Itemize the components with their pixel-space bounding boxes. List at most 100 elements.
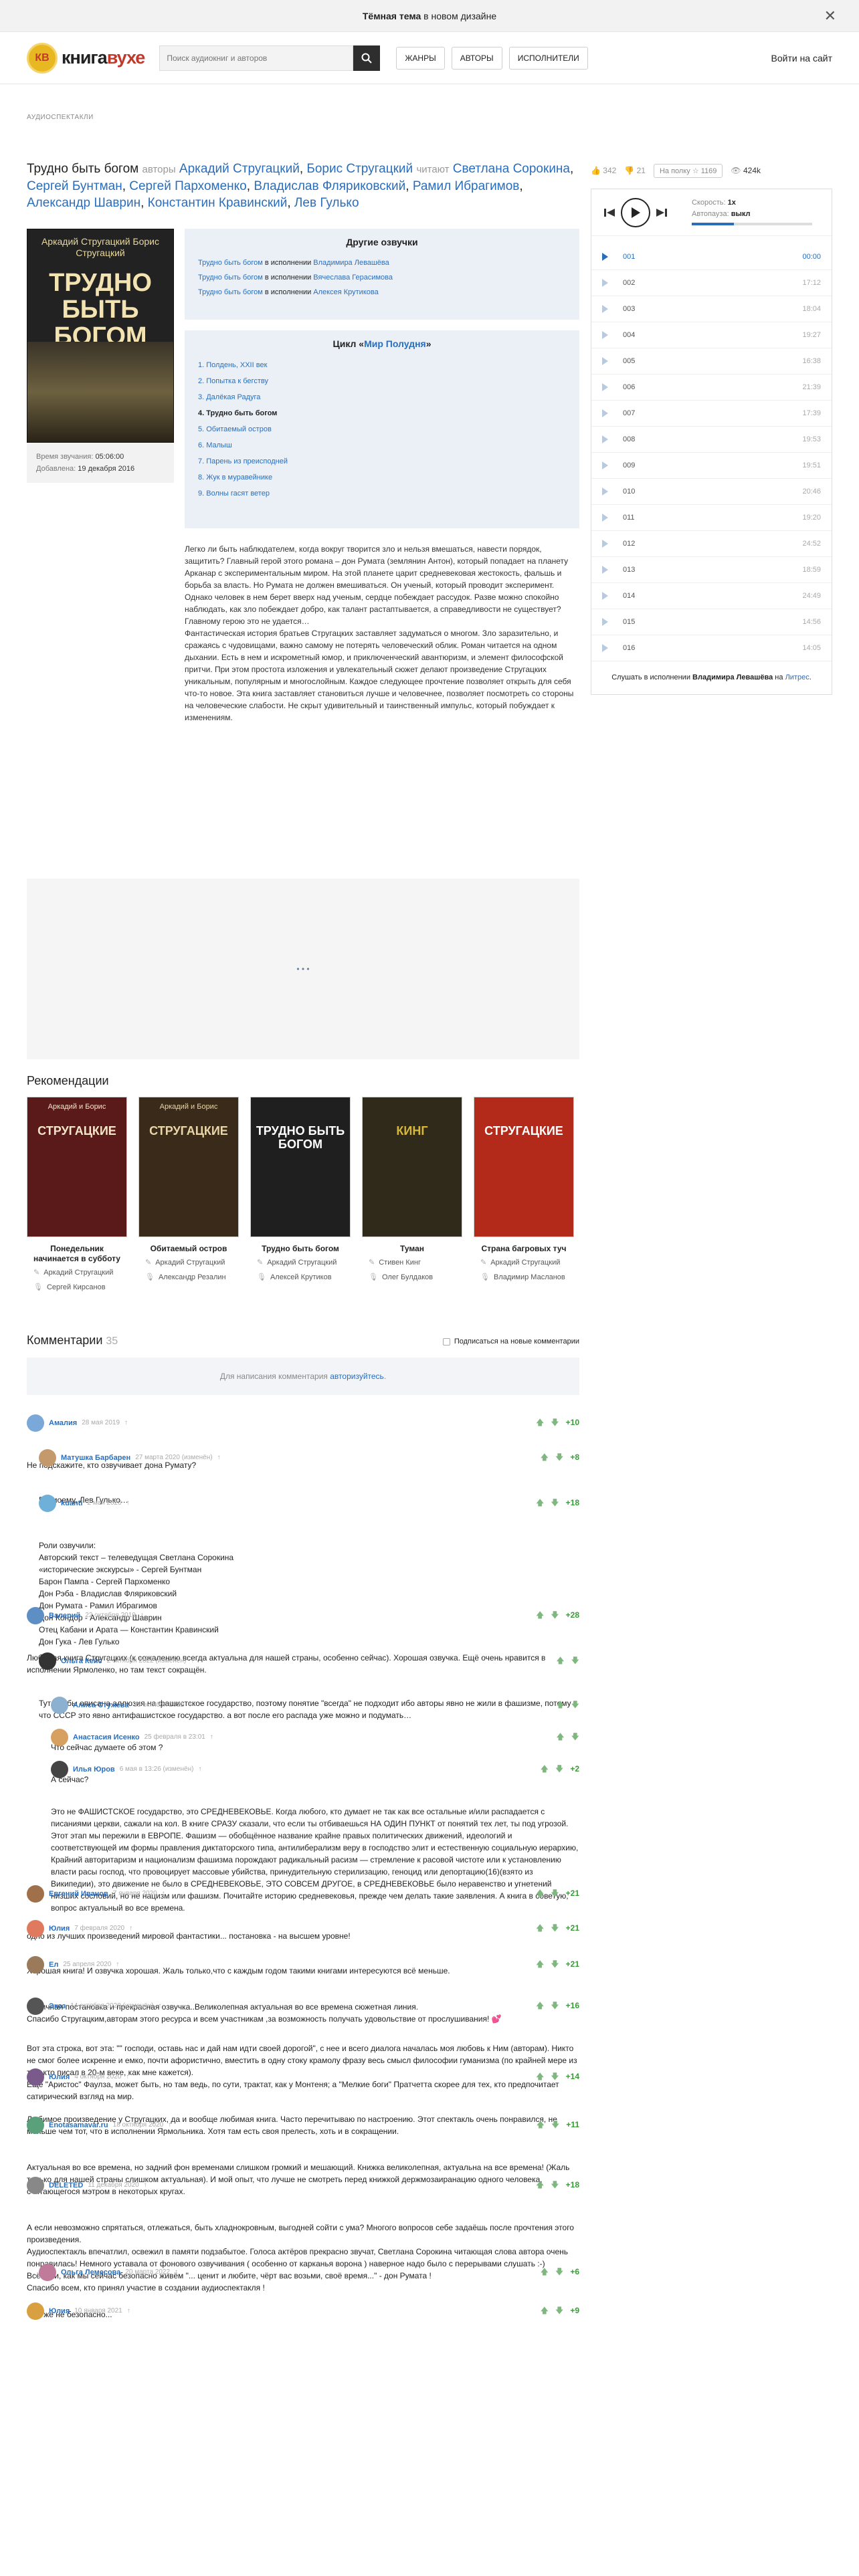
track-play-icon[interactable] — [602, 618, 608, 626]
recommendation-reader[interactable]: 🎙 Сергей Кирсанов — [27, 1281, 127, 1293]
reader-link[interactable]: Лев Гулько — [294, 196, 359, 210]
recommendation-author[interactable]: ✎ Аркадий Стругацкий — [250, 1257, 351, 1269]
track-play-icon[interactable] — [602, 305, 608, 313]
recommendation-card[interactable]: ТРУДНО БЫТЬ БОГОМ Трудно быть богом ✎ Арк… — [250, 1097, 351, 1293]
avatar[interactable] — [27, 2177, 44, 2194]
track-play-icon[interactable] — [602, 461, 608, 469]
comment-author[interactable]: Илья Юров — [73, 1763, 115, 1776]
downvote-icon[interactable]: 🡇 — [551, 1497, 559, 1509]
recommendation-author[interactable]: ✎ Стивен Кинг — [362, 1257, 462, 1269]
comment-author[interactable]: Экоз — [49, 2000, 66, 2012]
reply-icon[interactable]: ↑ — [175, 2266, 178, 2278]
search-button[interactable] — [353, 45, 381, 71]
downvote-icon[interactable]: 🡇 — [551, 1958, 559, 1970]
comment-author[interactable]: Анастасия Исенко — [73, 1731, 140, 1743]
autopause-control[interactable]: Автопауза: выкл — [692, 209, 751, 220]
other-voice-book[interactable]: Трудно быть богом — [198, 274, 263, 282]
other-voice-reader[interactable]: Алексея Крутикова — [313, 288, 378, 296]
shelf-button[interactable]: На полку ☆ 1169 — [653, 163, 723, 178]
track-item[interactable]: 002 17:12 — [591, 270, 832, 296]
reply-icon[interactable]: ↑ — [158, 2000, 161, 2012]
avatar[interactable] — [27, 1920, 44, 1937]
other-voice-book[interactable]: Трудно быть богом — [198, 259, 263, 267]
reply-icon[interactable]: ↑ — [126, 2071, 129, 2083]
recommendation-reader[interactable]: 🎙 Алексей Крутиков — [250, 1271, 351, 1283]
cycle-item[interactable]: 2. Попытка к бегству — [194, 373, 570, 389]
play-button[interactable] — [621, 197, 650, 227]
upvote-icon[interactable]: 🡅 — [536, 2070, 544, 2082]
track-item[interactable]: 004 19:27 — [591, 322, 832, 348]
cycle-item[interactable]: 6. Малыш — [194, 437, 570, 453]
close-icon[interactable]: ✕ — [824, 7, 836, 25]
track-play-icon[interactable] — [602, 383, 608, 391]
downvote-icon[interactable]: 🡇 — [551, 1609, 559, 1621]
track-item[interactable]: 001 00:00 — [591, 244, 832, 270]
comment-author[interactable]: Алиса Стужева — [73, 1699, 128, 1711]
other-voice-item[interactable]: Трудно быть богом в исполнении Алексея К… — [194, 285, 570, 300]
recommendation-title[interactable]: Туман — [362, 1244, 462, 1254]
track-play-icon[interactable] — [602, 514, 608, 522]
recommendation-cover[interactable]: Аркадий и Борис СТРУГАЦКИЕ — [27, 1097, 127, 1237]
track-item[interactable]: 003 18:04 — [591, 296, 832, 322]
reply-icon[interactable]: ↑ — [124, 1417, 128, 1429]
avatar[interactable] — [39, 2264, 56, 2281]
avatar[interactable] — [51, 1761, 68, 1778]
track-item[interactable]: 011 19:20 — [591, 505, 832, 531]
downvote-icon[interactable]: 🡇 — [555, 1451, 563, 1463]
recommendation-card[interactable]: Аркадий и Борис СТРУГАЦКИЕ Обитаемый ост… — [138, 1097, 239, 1293]
reply-icon[interactable]: ↑ — [116, 1959, 119, 1971]
recommendation-card[interactable]: КИНГ Туман ✎ Стивен Кинг 🎙 Олег Булдаков — [362, 1097, 462, 1293]
reader-link[interactable]: Светлана Сорокина — [453, 162, 570, 176]
reader-link[interactable]: Сергей Бунтман — [27, 179, 122, 193]
upvote-icon[interactable]: 🡅 — [541, 1763, 549, 1775]
reply-icon[interactable]: ↑ — [129, 1923, 132, 1935]
comment-author[interactable]: Enotasamavar.ru — [49, 2119, 108, 2131]
downvote-icon[interactable]: 🡇 — [571, 1699, 579, 1711]
recommendation-title[interactable]: Трудно быть богом — [250, 1244, 351, 1254]
track-play-icon[interactable] — [602, 540, 608, 548]
recommendation-author[interactable]: ✎ Аркадий Стругацкий — [27, 1267, 127, 1279]
avatar[interactable] — [27, 1956, 44, 1973]
downvote-icon[interactable]: 🡇 — [555, 2304, 563, 2317]
downvote-icon[interactable]: 🡇 — [551, 2119, 559, 2131]
comment-author[interactable]: kuanti — [61, 1497, 82, 1509]
cycle-link[interactable]: Мир Полудня — [364, 338, 426, 349]
reply-icon[interactable]: ↑ — [144, 2179, 147, 2191]
cycle-item[interactable]: 7. Парень из преисподней — [194, 453, 570, 469]
recommendation-cover[interactable]: СТРУГАЦКИЕ — [474, 1097, 574, 1237]
reply-icon[interactable]: ↑ — [126, 1497, 130, 1509]
reply-icon[interactable]: ↑ — [127, 2305, 130, 2317]
recommendation-title[interactable]: Обитаемый остров — [138, 1244, 239, 1254]
track-item[interactable]: 009 19:51 — [591, 453, 832, 479]
upvote-icon[interactable]: 🡅 — [541, 2266, 549, 2278]
track-play-icon[interactable] — [602, 253, 608, 261]
comment-author[interactable]: Евгений Иванов — [49, 1888, 108, 1900]
avatar[interactable] — [51, 1697, 68, 1714]
comment-author[interactable]: Ел — [49, 1959, 58, 1971]
checkbox-icon[interactable] — [442, 1337, 450, 1346]
reader-link[interactable]: Сергей Пархоменко — [129, 179, 246, 193]
recommendation-reader[interactable]: 🎙 Владимир Масланов — [474, 1271, 574, 1283]
reply-icon[interactable]: ↑ — [189, 1699, 192, 1711]
subscribe-toggle[interactable]: Подписаться на новые комментарии — [442, 1337, 579, 1346]
track-play-icon[interactable] — [602, 357, 608, 365]
track-item[interactable]: 014 24:49 — [591, 583, 832, 609]
other-voice-item[interactable]: Трудно быть богом в исполнении Вячеслава… — [194, 270, 570, 285]
nav-genres[interactable]: Жанры — [396, 46, 445, 70]
breadcrumb[interactable]: АУДИОСПЕКТАКЛИ — [27, 114, 832, 121]
comment-author[interactable]: Ольга Кейс — [61, 1655, 102, 1667]
other-voice-book[interactable]: Трудно быть богом — [198, 288, 263, 296]
comment-author[interactable]: Матушка Барбарен — [61, 1452, 130, 1464]
track-item[interactable]: 013 18:59 — [591, 557, 832, 583]
other-voice-item[interactable]: Трудно быть богом в исполнении Владимира… — [194, 255, 570, 270]
recommendation-author[interactable]: ✎ Аркадий Стругацкий — [138, 1257, 239, 1269]
reply-icon[interactable]: ↑ — [217, 1452, 221, 1464]
reply-icon[interactable]: ↑ — [162, 1888, 165, 1900]
other-voice-reader[interactable]: Владимира Левашёва — [313, 259, 389, 267]
theme-banner[interactable]: Тёмная тема в новом дизайне ✕ — [0, 0, 859, 32]
downvote-icon[interactable]: 🡇 — [551, 1416, 559, 1428]
recommendation-card[interactable]: СТРУГАЦКИЕ Страна багровых туч ✎ Аркадий … — [474, 1097, 574, 1293]
upvote-icon[interactable]: 🡅 — [536, 1958, 544, 1970]
reply-icon[interactable]: ↑ — [210, 1731, 213, 1743]
track-play-icon[interactable] — [602, 644, 608, 652]
